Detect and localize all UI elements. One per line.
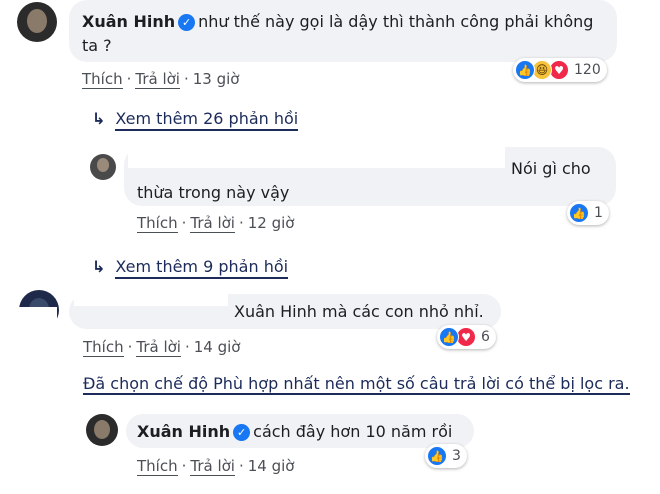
comment-actions: Thích · Trả lời · 14 giờ <box>137 457 295 476</box>
comment-text: Nói gì cho <box>511 159 591 178</box>
comment-line: Xuân Hinh ✓ cách đây hơn 10 năm rồi <box>137 419 452 444</box>
reply-arrow-icon: ↳ <box>92 109 106 128</box>
reaction-count: 1 <box>594 205 603 221</box>
like-button[interactable]: Thích <box>83 338 124 357</box>
reaction-count: 3 <box>452 448 461 464</box>
reply-arrow-icon: ↳ <box>92 257 106 276</box>
love-icon: ♥ <box>549 60 569 80</box>
like-icon: 👍 <box>439 327 459 347</box>
haha-icon: 😆 <box>532 60 552 80</box>
avatar-face <box>94 420 110 439</box>
timestamp[interactable]: 13 giờ <box>193 70 240 88</box>
verified-badge-icon: ✓ <box>178 14 196 31</box>
like-icon: 👍 <box>427 446 447 466</box>
reaction-summary[interactable]: 👍 1 <box>567 201 609 225</box>
avatar-face <box>97 158 109 172</box>
like-button[interactable]: Thích <box>82 70 123 89</box>
redacted-name <box>128 146 505 168</box>
view-more-replies[interactable]: ↳ Xem thêm 9 phản hồi <box>92 257 289 279</box>
like-icon: 👍 <box>515 60 535 80</box>
author-name[interactable]: Xuân Hinh <box>82 12 175 31</box>
view-more-label[interactable]: Xem thêm 9 phản hồi <box>115 257 289 279</box>
redacted-avatar <box>17 307 57 331</box>
timestamp[interactable]: 14 giờ <box>248 457 295 475</box>
avatar[interactable] <box>86 414 118 446</box>
comment-text-line2: thừa trong này vậy <box>137 183 290 202</box>
reaction-count: 120 <box>574 62 601 78</box>
comment-text-line2: ta ? <box>82 36 112 55</box>
avatar-face <box>27 9 47 33</box>
avatar[interactable] <box>17 2 57 42</box>
comment-actions: Thích · Trả lời · 14 giờ <box>83 338 241 357</box>
reply-button[interactable]: Trả lời <box>190 214 235 233</box>
reaction-count: 6 <box>481 329 490 345</box>
reaction-summary[interactable]: 👍 😆 ♥ 120 <box>513 58 607 82</box>
reply-button[interactable]: Trả lời <box>190 457 235 476</box>
verified-badge-icon: ✓ <box>233 424 251 441</box>
comment-actions: Thích · Trả lời · 13 giờ <box>82 70 240 89</box>
redacted-name <box>74 294 228 306</box>
love-icon: ♥ <box>456 327 476 347</box>
reaction-summary[interactable]: 👍 3 <box>425 444 467 468</box>
avatar[interactable] <box>90 154 116 180</box>
like-button[interactable]: Thích <box>137 214 178 233</box>
comment-actions: Thích · Trả lời · 12 giờ <box>137 214 295 233</box>
reply-button[interactable]: Trả lời <box>136 338 181 357</box>
comment-text: như thế này gọi là dậy thì thành công ph… <box>198 12 594 31</box>
author-name[interactable]: Xuân Hinh <box>137 422 230 441</box>
filter-notice-link[interactable]: Đã chọn chế độ Phù hợp nhất nên một số c… <box>83 374 630 395</box>
comment-text: cách đây hơn 10 năm rồi <box>253 422 453 441</box>
timestamp[interactable]: 12 giờ <box>248 214 295 232</box>
reaction-summary[interactable]: 👍 ♥ 6 <box>437 325 496 349</box>
like-icon: 👍 <box>569 203 589 223</box>
comment-text: Xuân Hinh mà các con nhỏ nhỉ. <box>234 302 484 321</box>
like-button[interactable]: Thích <box>137 457 178 476</box>
reply-button[interactable]: Trả lời <box>135 70 180 89</box>
view-more-replies[interactable]: ↳ Xem thêm 26 phản hồi <box>92 109 299 131</box>
view-more-label[interactable]: Xem thêm 26 phản hồi <box>115 109 299 131</box>
comment-line: Xuân Hinh ✓ như thế này gọi là dậy thì thà… <box>82 9 593 34</box>
timestamp[interactable]: 14 giờ <box>194 338 241 356</box>
